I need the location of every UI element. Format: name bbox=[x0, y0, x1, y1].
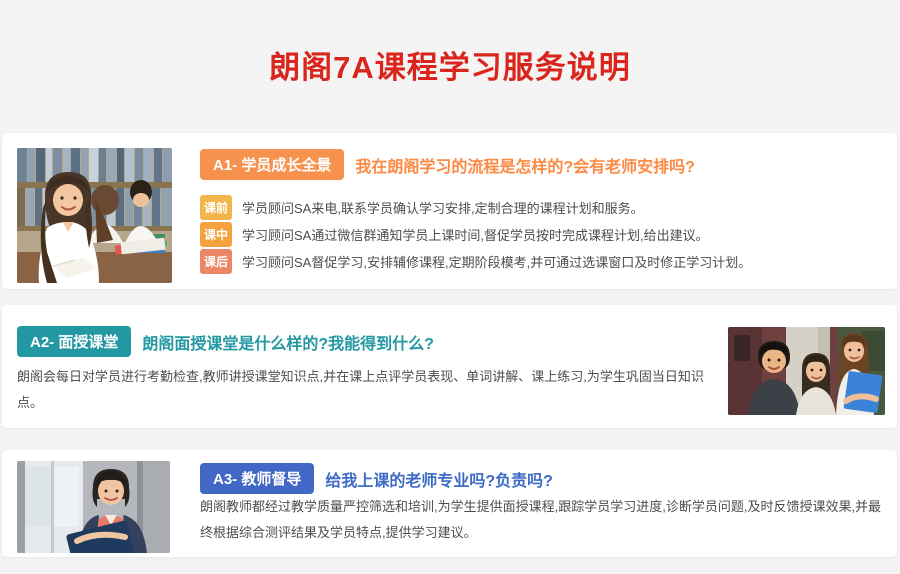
phase-row-in-class: 课中 学习顾问SA通过微信群通知学员上课时间,督促学员按时完成课程计划,给出建议… bbox=[200, 222, 709, 247]
phase-tag-before-class: 课前 bbox=[200, 195, 232, 220]
photo-three-students bbox=[728, 327, 885, 415]
section-badge-a3: A3- 教师督导 bbox=[200, 463, 314, 494]
section-question-a1: 我在朗阁学习的流程是怎样的?会有老师安排吗? bbox=[355, 153, 695, 177]
section-question-a2: 朗阁面授课堂是什么样的?我能得到什么? bbox=[142, 330, 434, 354]
section-card-a3: A3- 教师督导 给我上课的老师专业吗?负责吗? 朗阁教师都经过教学质量严控筛选… bbox=[2, 450, 897, 557]
phase-text-after-class: 学习顾问SA督促学习,安排辅修课程,定期阶段模考,并可通过选课窗口及时修正学习计… bbox=[242, 252, 751, 271]
section-card-a2: A2- 面授课堂 朗阁面授课堂是什么样的?我能得到什么? 朗阁会每日对学员进行考… bbox=[2, 305, 897, 428]
photo-teacher-clipboard bbox=[17, 461, 170, 553]
section-body-a3: 朗阁教师都经过教学质量严控筛选和培训,为学生提供面授课程,跟踪学员学习进度,诊断… bbox=[200, 494, 894, 546]
section-badge-a1: A1- 学员成长全景 bbox=[200, 149, 344, 180]
phase-tag-after-class: 课后 bbox=[200, 249, 232, 274]
phase-row-after-class: 课后 学习顾问SA督促学习,安排辅修课程,定期阶段模考,并可通过选课窗口及时修正… bbox=[200, 249, 751, 274]
section-card-a1: A1- 学员成长全景 我在朗阁学习的流程是怎样的?会有老师安排吗? 课前 学员顾… bbox=[2, 133, 897, 289]
page-title: 朗阁7A课程学习服务说明 bbox=[0, 42, 900, 87]
section-badge-a2: A2- 面授课堂 bbox=[17, 326, 131, 357]
section-body-a2: 朗阁会每日对学员进行考勤检查,教师讲授课堂知识点,并在课上点评学员表现、单词讲解… bbox=[17, 364, 723, 416]
phase-tag-in-class: 课中 bbox=[200, 222, 232, 247]
phase-row-before-class: 课前 学员顾问SA来电,联系学员确认学习安排,定制合理的课程计划和服务。 bbox=[200, 195, 644, 220]
photo-students-library bbox=[17, 148, 172, 283]
phase-text-before-class: 学员顾问SA来电,联系学员确认学习安排,定制合理的课程计划和服务。 bbox=[242, 198, 644, 217]
phase-text-in-class: 学习顾问SA通过微信群通知学员上课时间,督促学员按时完成课程计划,给出建议。 bbox=[242, 225, 709, 244]
section-question-a3: 给我上课的老师专业吗?负责吗? bbox=[325, 467, 553, 491]
